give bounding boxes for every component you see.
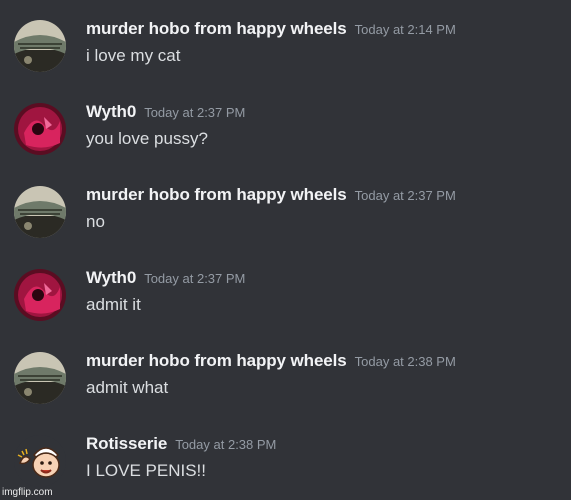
message-header: murder hobo from happy wheels Today at 2:… xyxy=(86,18,456,41)
avatar[interactable] xyxy=(14,435,66,487)
username[interactable]: murder hobo from happy wheels xyxy=(86,351,347,370)
username[interactable]: murder hobo from happy wheels xyxy=(86,19,347,38)
wyth0-avatar-icon xyxy=(14,269,66,321)
timestamp: Today at 2:37 PM xyxy=(354,188,456,203)
wyth0-avatar-icon xyxy=(14,103,66,155)
username[interactable]: murder hobo from happy wheels xyxy=(86,185,347,204)
message-item: murder hobo from happy wheels Today at 2:… xyxy=(0,332,571,404)
rotisserie-avatar-icon xyxy=(14,435,66,487)
message-header: Wyth0 Today at 2:37 PM xyxy=(86,101,245,124)
message-item: murder hobo from happy wheels Today at 2:… xyxy=(0,0,571,72)
username[interactable]: Wyth0 xyxy=(86,268,136,287)
message-content: admit it xyxy=(86,295,141,314)
message-content: admit what xyxy=(86,378,169,397)
avatar[interactable] xyxy=(14,103,66,155)
imgflip-watermark: imgflip.com xyxy=(2,487,53,498)
avatar[interactable] xyxy=(14,20,66,72)
message-item: murder hobo from happy wheels Today at 2:… xyxy=(0,166,571,238)
timestamp: Today at 2:37 PM xyxy=(144,105,246,120)
timestamp: Today at 2:14 PM xyxy=(354,22,456,37)
hobo-avatar-icon xyxy=(14,186,66,238)
avatar[interactable] xyxy=(14,352,66,404)
message-item: Wyth0 Today at 2:37 PM you love pussy? xyxy=(0,83,571,155)
hobo-avatar-icon xyxy=(14,20,66,72)
avatar[interactable] xyxy=(14,269,66,321)
message-header: Rotisserie Today at 2:38 PM xyxy=(86,433,276,456)
timestamp: Today at 2:38 PM xyxy=(175,437,277,452)
timestamp: Today at 2:38 PM xyxy=(354,354,456,369)
timestamp: Today at 2:37 PM xyxy=(144,271,246,286)
message-header: murder hobo from happy wheels Today at 2:… xyxy=(86,350,456,373)
message-content: you love pussy? xyxy=(86,129,208,148)
message-item: Rotisserie Today at 2:38 PM I LOVE PENIS!… xyxy=(0,415,571,487)
hobo-avatar-icon xyxy=(14,352,66,404)
message-content: no xyxy=(86,212,105,231)
chat-log: murder hobo from happy wheels Today at 2:… xyxy=(0,0,571,500)
avatar[interactable] xyxy=(14,186,66,238)
message-content: I LOVE PENIS!! xyxy=(86,461,206,480)
message-item: Wyth0 Today at 2:37 PM admit it xyxy=(0,249,571,321)
message-header: murder hobo from happy wheels Today at 2:… xyxy=(86,184,456,207)
message-header: Wyth0 Today at 2:37 PM xyxy=(86,267,245,290)
username[interactable]: Wyth0 xyxy=(86,102,136,121)
username[interactable]: Rotisserie xyxy=(86,434,167,453)
message-content: i love my cat xyxy=(86,46,181,65)
